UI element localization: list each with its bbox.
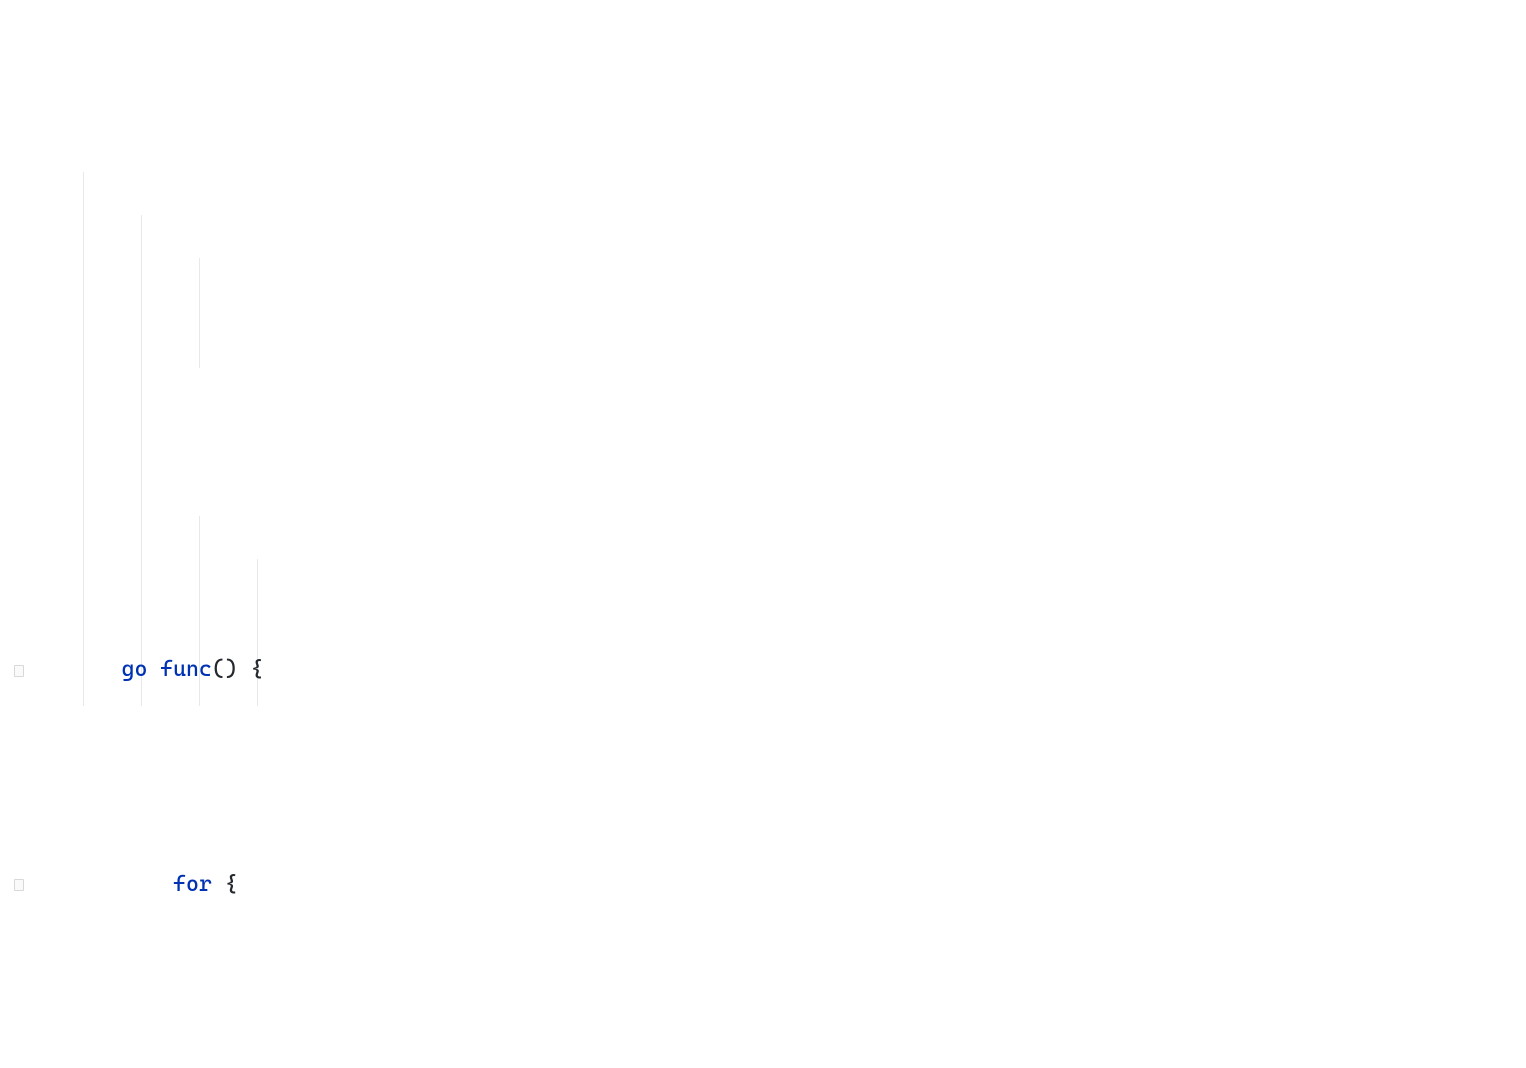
fold-icon[interactable]: [14, 879, 24, 891]
keyword-go: go: [122, 657, 148, 682]
fold-icon[interactable]: [14, 665, 24, 677]
gutter: [0, 665, 30, 677]
keyword-for: for: [173, 872, 212, 897]
indent-guide: [83, 172, 84, 706]
brace: {: [250, 657, 263, 682]
paren: ): [225, 657, 238, 682]
gutter: [0, 879, 30, 891]
indent-guide: [141, 215, 142, 706]
code-line[interactable]: for {: [0, 864, 1526, 907]
code-content[interactable]: go func() {: [30, 649, 1526, 692]
code-content[interactable]: for {: [30, 864, 1526, 907]
code-line[interactable]: go func() {: [0, 649, 1526, 692]
brace: {: [225, 872, 238, 897]
indent-guide: [199, 258, 200, 368]
indent: [70, 657, 122, 682]
indent: [70, 872, 173, 897]
paren: (: [212, 657, 225, 682]
keyword-func: func: [160, 657, 212, 682]
code-editor[interactable]: go func() { for { conn, err := listener.…: [0, 172, 1526, 706]
